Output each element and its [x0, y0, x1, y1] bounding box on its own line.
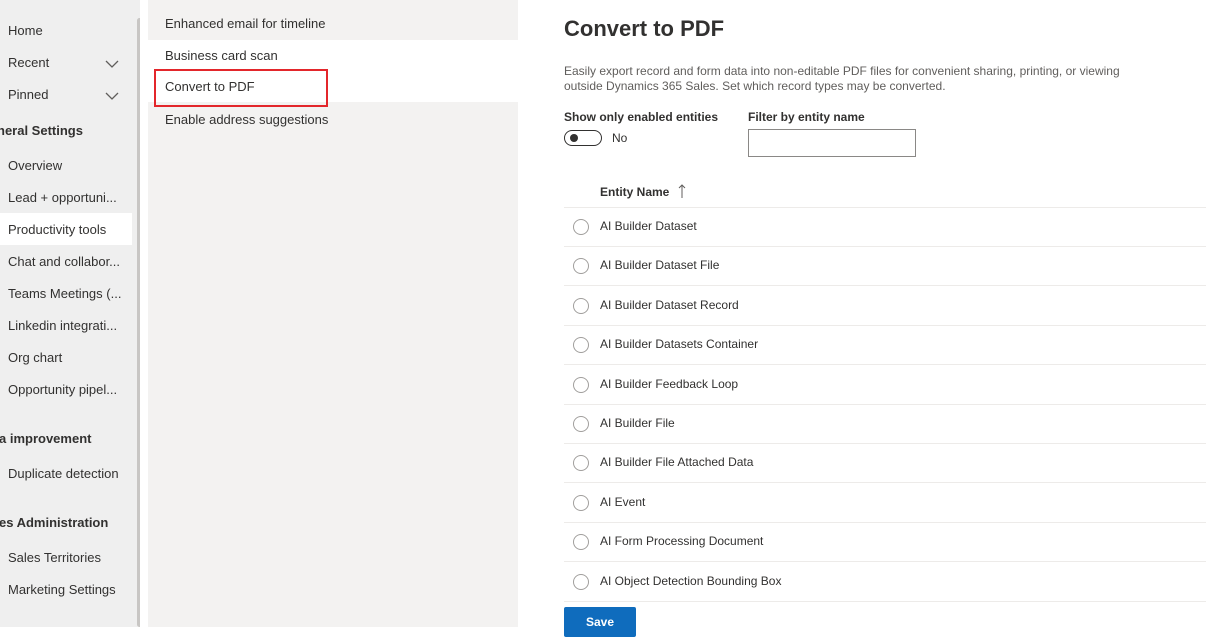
- nav-section-data-improvement: a improvement: [0, 431, 92, 446]
- table-row[interactable]: AI Builder Dataset Record: [564, 286, 1206, 325]
- column-header-entity-name[interactable]: Entity Name: [600, 185, 669, 199]
- submenu-item-label: Business card scan: [165, 48, 278, 63]
- enabled-entities-toggle[interactable]: [564, 130, 602, 146]
- nav-item-home[interactable]: Home: [8, 23, 43, 38]
- row-select-radio[interactable]: [573, 219, 589, 235]
- page-title: Convert to PDF: [564, 16, 725, 41]
- nav-section-general-settings: neral Settings: [0, 123, 83, 138]
- nav-item-marketing-settings[interactable]: Marketing Settings: [8, 582, 116, 597]
- nav-item-pinned[interactable]: Pinned: [8, 87, 48, 102]
- nav-item-opportunity-pipeline[interactable]: Opportunity pipel...: [8, 382, 117, 397]
- row-select-radio[interactable]: [573, 376, 589, 393]
- nav-item-overview[interactable]: Overview: [8, 158, 62, 173]
- entity-name: AI Builder Feedback Loop: [600, 376, 739, 391]
- entity-name: AI Builder Dataset: [600, 219, 697, 233]
- toggle-label: Show only enabled entities: [564, 110, 719, 124]
- table-row[interactable]: AI Builder Datasets Container: [564, 325, 1206, 364]
- toggle-knob: [570, 134, 578, 142]
- nav-item-org-chart[interactable]: Org chart: [8, 350, 62, 365]
- entity-name: AI Builder Dataset Record: [600, 297, 739, 312]
- row-select-radio[interactable]: [573, 337, 589, 354]
- table-row[interactable]: AI Object Detection Bounding Box: [564, 562, 1206, 601]
- nav-item-sales-territories[interactable]: Sales Territories: [8, 550, 101, 565]
- chevron-down-icon[interactable]: [105, 89, 119, 103]
- entity-name: AI Builder File: [600, 416, 675, 430]
- filter-entity-input[interactable]: [748, 129, 916, 157]
- panel-divider: [140, 0, 148, 627]
- chevron-down-icon[interactable]: [105, 57, 119, 71]
- table-row[interactable]: AI Builder Dataset File: [564, 246, 1206, 285]
- page-description: Easily export record and form data into …: [564, 64, 1120, 93]
- submenu-item-business-card-scan[interactable]: Business card scan: [148, 40, 518, 71]
- row-select-radio[interactable]: [573, 494, 589, 511]
- entity-name: AI Form Processing Document: [600, 534, 764, 549]
- filter-label: Filter by entity name: [748, 110, 865, 124]
- entity-name: AI Builder Dataset File: [600, 258, 720, 273]
- nav-section-sales-administration: es Administration: [0, 515, 109, 530]
- table-row[interactable]: AI Event: [564, 483, 1206, 522]
- highlight-box: [154, 69, 328, 107]
- save-button[interactable]: Save: [564, 607, 636, 637]
- table-row[interactable]: AI Builder Feedback Loop: [564, 365, 1206, 404]
- entity-name: AI Event: [600, 494, 646, 509]
- row-select-radio[interactable]: [573, 297, 589, 314]
- row-select-radio[interactable]: [573, 534, 589, 551]
- grid-line: [564, 600, 1206, 602]
- table-row[interactable]: AI Form Processing Document: [564, 522, 1206, 561]
- row-select-radio[interactable]: [573, 573, 589, 590]
- nav-item-productivity-tools[interactable]: Productivity tools: [8, 222, 106, 237]
- table-row[interactable]: AI Builder File Attached Data: [564, 443, 1206, 482]
- submenu-item-enhanced-email[interactable]: Enhanced email for timeline: [148, 8, 518, 39]
- table-row[interactable]: AI Builder Dataset: [564, 207, 1206, 246]
- nav-item-linkedin-integration[interactable]: Linkedin integrati...: [8, 318, 117, 333]
- submenu-item-label: Enhanced email for timeline: [165, 16, 326, 31]
- toggle-state-text: No: [612, 131, 628, 145]
- arrow-up-icon[interactable]: [678, 183, 686, 199]
- row-select-radio[interactable]: [573, 455, 589, 472]
- submenu-item-address-suggestions[interactable]: Enable address suggestions: [148, 104, 518, 135]
- row-select-radio[interactable]: [573, 258, 589, 275]
- nav-item-duplicate-detection[interactable]: Duplicate detection: [8, 466, 119, 481]
- nav-item-recent[interactable]: Recent: [8, 55, 49, 70]
- entity-name: AI Builder File Attached Data: [600, 455, 754, 470]
- row-select-radio[interactable]: [573, 416, 589, 432]
- submenu-item-label: Enable address suggestions: [165, 112, 329, 127]
- nav-item-teams-meetings[interactable]: Teams Meetings (...: [8, 286, 121, 301]
- site-map-nav: Home Recent Pinned neral Settings Overvi…: [0, 0, 140, 627]
- nav-item-lead-opportunity[interactable]: Lead + opportuni...: [8, 190, 117, 205]
- nav-item-chat-collaboration[interactable]: Chat and collabor...: [8, 254, 120, 269]
- entity-name: AI Builder Datasets Container: [600, 337, 759, 352]
- table-row[interactable]: AI Builder File: [564, 404, 1206, 443]
- main-content: Convert to PDF Easily export record and …: [518, 0, 1206, 637]
- entity-name: AI Object Detection Bounding Box: [600, 573, 782, 588]
